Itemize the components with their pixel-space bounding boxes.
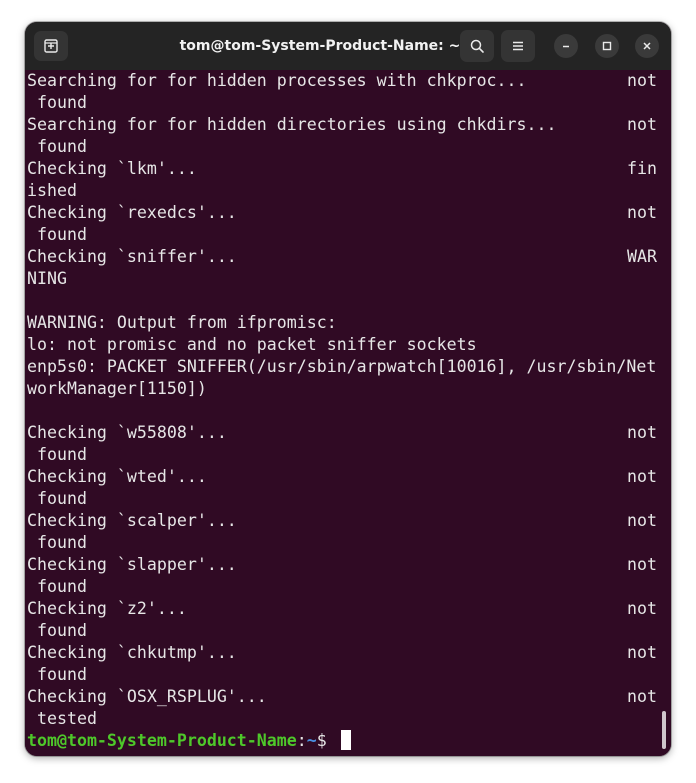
terminal-line-wrap: not [627,71,657,90]
terminal-line: Checking `slapper'... [27,555,237,574]
terminal-line-wrap: fin [627,159,657,178]
terminal-line: workManager[1150]) [27,379,207,398]
terminal-line: NING [27,269,67,288]
terminal-line: Checking `sniffer'... [27,247,237,266]
search-button[interactable] [460,30,494,62]
terminal-line: Checking `z2'... [27,599,187,618]
terminal-line: found [27,665,87,684]
terminal-line: lo: not promisc and no packet sniffer so… [27,335,477,354]
terminal-line-wrap: WAR [627,247,657,266]
terminal-line: Checking `scalper'... [27,511,237,530]
terminal-line: found [27,621,87,640]
terminal-line-wrap: not [627,467,657,486]
menu-button[interactable] [501,30,535,62]
terminal-line: found [27,577,87,596]
terminal-line: WARNING: Output from ifpromisc: [27,313,337,332]
terminal-line: found [27,225,87,244]
terminal-line: Checking `chkutmp'... [27,643,237,662]
prompt-line[interactable]: tom@tom-System-Product-Name:~$ [27,730,351,752]
terminal-line: Checking `rexedcs'... [27,203,237,222]
minimize-button[interactable] [554,34,578,58]
terminal-line: Searching for for hidden processes with … [27,71,527,90]
hamburger-menu-icon [513,41,523,51]
terminal-line-wrap: not [627,687,657,706]
prompt-path: ~ [306,731,317,750]
terminal-line: found [27,533,87,552]
terminal-line: ished [27,181,77,200]
text-cursor [340,730,351,750]
maximize-button[interactable] [595,34,619,58]
prompt-user-host: tom@tom-System-Product-Name [27,731,297,750]
search-icon [470,39,484,53]
terminal-line: Checking `wted'... [27,467,207,486]
terminal-line-wrap: not [627,599,657,618]
scrollbar-thumb[interactable] [662,711,666,749]
window-title: tom@tom-System-Product-Name: ~ [179,38,461,54]
new-tab-icon [44,39,58,53]
title-bar: tom@tom-System-Product-Name: ~ [25,22,671,70]
terminal-line: found [27,93,87,112]
terminal-line: Checking `lkm'... [27,159,197,178]
terminal-window: tom@tom-System-Product-Name: ~ tom@tom-S… [25,22,671,756]
prompt-symbol: $ [316,731,337,750]
terminal-line: Searching for for hidden directories usi… [27,115,557,134]
terminal-line-wrap: not [627,115,657,134]
terminal-line-wrap: not [627,511,657,530]
minimize-icon [563,45,569,48]
new-tab-button[interactable] [34,31,68,61]
terminal-output[interactable]: tom@tom-System-Product-Name:~$ Searching… [25,70,671,756]
terminal-line-wrap: not [627,203,657,222]
terminal-line: enp5s0: PACKET SNIFFER(/usr/sbin/arpwatc… [27,357,657,376]
terminal-line: tested [27,709,97,728]
prompt-separator: : [296,731,307,750]
terminal-line: found [27,137,87,156]
terminal-line: found [27,445,87,464]
terminal-line: Checking `OSX_RSPLUG'... [27,687,267,706]
terminal-line: Checking `w55808'... [27,423,227,442]
terminal-line: found [27,489,87,508]
close-button[interactable] [635,34,659,58]
terminal-line-wrap: not [627,423,657,442]
maximize-icon [602,41,612,51]
close-icon [643,42,651,50]
terminal-line-wrap: not [627,555,657,574]
terminal-line-wrap: not [627,643,657,662]
